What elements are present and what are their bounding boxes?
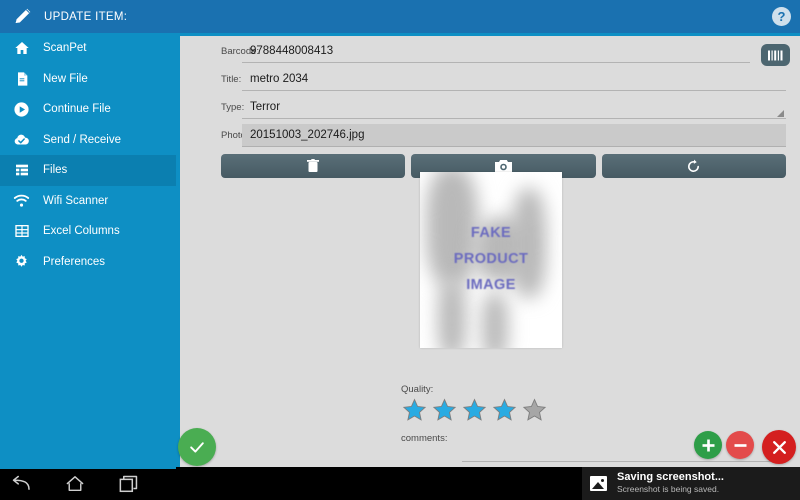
notification-toast[interactable]: Saving screenshot... Screenshot is being… [582,467,800,500]
photo-placeholder-text: FAKE PRODUCT IMAGE [454,221,529,298]
back-icon [10,475,31,492]
type-select[interactable]: Terror [242,96,786,119]
photo-label: Photo: [180,130,242,141]
image-icon [590,476,607,491]
sidebar-item-label: Files [43,164,67,176]
sidebar-item-label: Wifi Scanner [43,195,108,207]
file-icon [13,70,30,87]
comments-label: comments: [401,433,447,444]
sidebar-item-files[interactable]: Files [0,155,176,186]
star-icon-3[interactable] [462,398,487,422]
sidebar: ScanPet New File Continue File Send / Re… [0,33,176,467]
sidebar-item-new-file[interactable]: New File [0,64,176,95]
nav-recents-button[interactable] [116,471,141,496]
type-value: Terror [250,101,280,113]
app-window: UPDATE ITEM: ? ScanPet New File Continue… [0,0,800,500]
sidebar-item-continue-file[interactable]: Continue File [0,94,176,125]
sidebar-item-scanpet[interactable]: ScanPet [0,33,176,64]
rotate-photo-button[interactable] [602,154,786,178]
barcode-label: Barcode: [180,46,242,57]
photo-preview[interactable]: FAKE PRODUCT IMAGE [420,172,562,348]
check-icon [187,437,207,457]
list-icon [13,162,30,179]
star-icon-2[interactable] [432,398,457,422]
remove-item-button[interactable] [726,431,754,459]
rotate-icon [686,159,701,174]
barcode-scan-button[interactable] [761,44,790,66]
sidebar-item-excel-columns[interactable]: Excel Columns [0,216,176,247]
sidebar-item-send-receive[interactable]: Send / Receive [0,125,176,156]
nav-button-group [8,471,141,496]
nav-home-button[interactable] [62,471,87,496]
confirm-button[interactable] [178,428,216,466]
title-label: Title: [180,74,242,85]
sidebar-item-label: Preferences [43,256,105,268]
photo-placeholder-line: IMAGE [454,273,529,299]
type-label: Type: [180,102,242,113]
barcode-input[interactable]: 9788448008413 [242,40,750,63]
notification-subtitle: Screenshot is being saved. [617,484,724,496]
recents-icon [119,475,138,493]
form-container: Barcode: 9788448008413 Title: metro 2034 [180,36,800,467]
pencil-icon [12,6,34,28]
sidebar-item-preferences[interactable]: Preferences [0,247,176,278]
notification-title: Saving screenshot... [617,471,724,484]
chevron-down-icon [777,110,784,117]
sidebar-item-label: Continue File [43,103,111,115]
quality-label: Quality: [401,384,433,395]
wifi-icon [13,192,30,209]
nav-accent-line [0,467,176,469]
nav-back-button[interactable] [8,471,33,496]
close-icon [771,439,788,456]
main-panel: Barcode: 9788448008413 Title: metro 2034 [176,33,800,467]
help-icon[interactable]: ? [772,7,791,26]
title-bar: UPDATE ITEM: ? [0,0,800,33]
plus-icon [701,438,716,453]
sidebar-item-label: Send / Receive [43,134,121,146]
star-icon-5[interactable] [522,398,547,422]
home-icon [65,475,85,493]
close-button[interactable] [762,430,796,464]
photo-placeholder-line: PRODUCT [454,247,529,273]
page-title: UPDATE ITEM: [44,11,127,23]
home-icon [13,40,30,57]
delete-photo-button[interactable] [221,154,405,178]
grid-icon [13,223,30,240]
gear-icon [13,253,30,270]
notification-text: Saving screenshot... Screenshot is being… [617,471,724,496]
sidebar-item-label: New File [43,73,88,85]
photo-row: Photo: 20151003_202746.jpg [180,123,800,148]
trash-icon [307,159,319,173]
minus-icon [733,438,748,453]
star-icon-4[interactable] [492,398,517,422]
sidebar-item-wifi-scanner[interactable]: Wifi Scanner [0,186,176,217]
sidebar-item-label: ScanPet [43,42,86,54]
camera-icon [495,159,512,173]
cloud-check-icon [13,131,30,148]
title-row: Title: metro 2034 [180,67,800,92]
sidebar-item-label: Excel Columns [43,225,120,237]
photo-placeholder-line: FAKE [454,221,529,247]
title-input[interactable]: metro 2034 [242,68,786,91]
type-row: Type: Terror [180,95,800,120]
photo-input[interactable]: 20151003_202746.jpg [242,124,786,147]
quality-rating[interactable] [402,398,547,422]
play-circle-icon [13,101,30,118]
add-item-button[interactable] [694,431,722,459]
comments-input[interactable] [462,461,786,462]
barcode-icon [767,49,784,62]
barcode-row: Barcode: 9788448008413 [180,39,800,64]
android-navigation-bar: Saving screenshot... Screenshot is being… [0,467,800,500]
star-icon-1[interactable] [402,398,427,422]
